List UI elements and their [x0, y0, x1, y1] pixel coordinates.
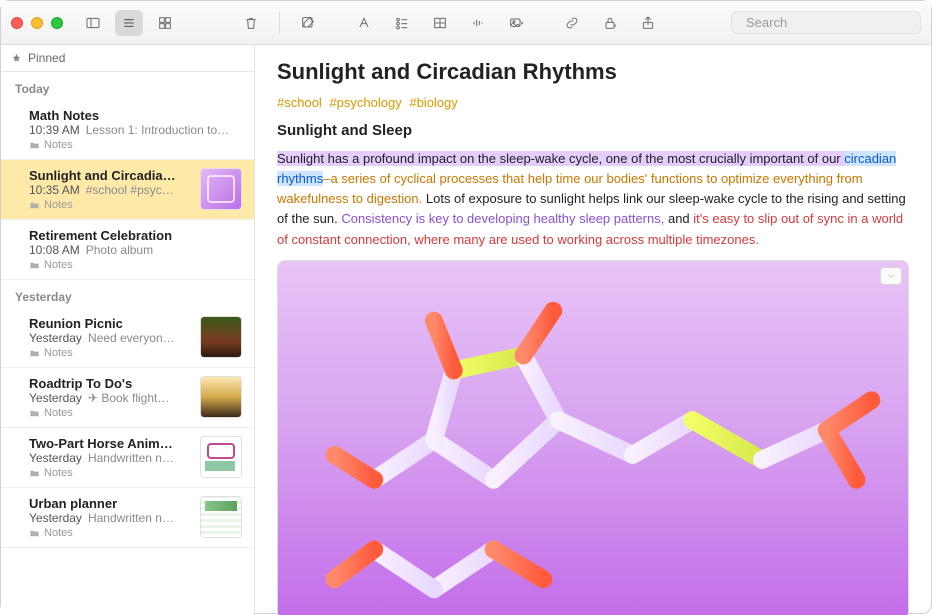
note-time: Yesterday — [29, 391, 82, 405]
audio-button[interactable] — [464, 10, 492, 36]
note-thumbnail — [200, 436, 242, 478]
document-paragraph: Sunlight has a profound impact on the sl… — [277, 149, 909, 250]
delete-button[interactable] — [237, 10, 265, 36]
tag[interactable]: #biology — [409, 95, 457, 110]
text-span-highlight-purple: Sunlight has a profound impact on the sl… — [277, 151, 844, 166]
pinned-label: Pinned — [28, 51, 65, 65]
section-header-today: Today — [1, 72, 254, 100]
note-folder-name: Notes — [44, 407, 73, 419]
toolbar-separator — [279, 12, 280, 34]
text-span: and — [664, 211, 693, 226]
folder-icon — [29, 348, 40, 359]
folder-icon — [29, 468, 40, 479]
document-subheading: Sunlight and Sleep — [277, 122, 909, 139]
table-button[interactable] — [426, 10, 454, 36]
note-folder-name: Notes — [44, 259, 73, 271]
attached-image[interactable] — [277, 260, 909, 615]
link-button[interactable] — [558, 10, 586, 36]
minimize-window-button[interactable] — [31, 17, 43, 29]
note-title: Two-Part Horse Anim… — [29, 436, 192, 451]
note-time: Yesterday — [29, 451, 82, 465]
note-title: Retirement Celebration — [29, 228, 242, 243]
checklist-button[interactable] — [388, 10, 416, 36]
folder-icon — [29, 140, 40, 151]
note-time: 10:08 AM — [29, 243, 80, 257]
folder-icon — [29, 528, 40, 539]
lock-button[interactable] — [596, 10, 624, 36]
window-controls — [11, 17, 63, 29]
note-title: Reunion Picnic — [29, 316, 192, 331]
zoom-window-button[interactable] — [51, 17, 63, 29]
view-toggle-group — [79, 10, 179, 36]
note-row[interactable]: Two-Part Horse Anim… Yesterday Handwritte… — [1, 428, 254, 488]
note-row[interactable]: Retirement Celebration 10:08 AM Photo alb… — [1, 220, 254, 280]
note-folder-name: Notes — [44, 347, 73, 359]
search-input[interactable] — [746, 15, 922, 30]
toolbar-right — [294, 10, 921, 36]
note-row[interactable]: Math Notes 10:39 AM Lesson 1: Introductio… — [1, 100, 254, 160]
note-row[interactable]: Reunion Picnic Yesterday Need everyon… No… — [1, 308, 254, 368]
section-header-yesterday: Yesterday — [1, 280, 254, 308]
note-time: Yesterday — [29, 331, 82, 345]
note-preview: ✈︎ Book flight… — [88, 391, 169, 405]
note-folder-name: Notes — [44, 199, 73, 211]
format-text-button[interactable] — [350, 10, 378, 36]
note-title: Sunlight and Circadia… — [29, 168, 192, 183]
folder-icon — [29, 408, 40, 419]
note-preview: Handwritten n… — [88, 451, 174, 465]
document-title: Sunlight and Circadian Rhythms — [277, 59, 909, 85]
folder-icon — [29, 200, 40, 211]
note-folder-name: Notes — [44, 467, 73, 479]
pin-icon — [11, 53, 22, 64]
note-row[interactable]: Roadtrip To Do's Yesterday ✈︎ Book flight… — [1, 368, 254, 428]
note-thumbnail — [200, 496, 242, 538]
share-button[interactable] — [634, 10, 662, 36]
toggle-sidebar-button[interactable] — [79, 10, 107, 36]
note-preview: Photo album — [86, 243, 153, 257]
note-title: Urban planner — [29, 496, 192, 511]
close-window-button[interactable] — [11, 17, 23, 29]
search-field[interactable] — [731, 11, 921, 34]
note-preview: Lesson 1: Introduction to… — [86, 123, 229, 137]
grid-view-button[interactable] — [151, 10, 179, 36]
compose-button[interactable] — [294, 10, 322, 36]
tag[interactable]: #psychology — [329, 95, 401, 110]
note-title: Roadtrip To Do's — [29, 376, 192, 391]
main: Pinned Today Math Notes 10:39 AM Lesson 1… — [1, 45, 931, 615]
note-row-selected[interactable]: Sunlight and Circadia… 10:35 AM #school #… — [1, 160, 254, 220]
note-folder-name: Notes — [44, 139, 73, 151]
note-time: 10:39 AM — [29, 123, 80, 137]
note-time: Yesterday — [29, 511, 82, 525]
note-preview: Handwritten n… — [88, 511, 174, 525]
note-row[interactable]: Urban planner Yesterday Handwritten n… No… — [1, 488, 254, 548]
tag-row: #school #psychology #biology — [277, 95, 909, 110]
molecule-illustration — [278, 261, 908, 615]
notes-sidebar: Pinned Today Math Notes 10:39 AM Lesson 1… — [1, 45, 255, 615]
note-preview: #school #psyc… — [86, 183, 174, 197]
text-span-purple: Consistency is key to developing healthy… — [341, 211, 664, 226]
list-view-button[interactable] — [115, 10, 143, 36]
note-folder-name: Notes — [44, 527, 73, 539]
media-button[interactable] — [502, 10, 530, 36]
folder-icon — [29, 260, 40, 271]
note-time: 10:35 AM — [29, 183, 80, 197]
toolbar-left — [11, 10, 265, 36]
note-title: Math Notes — [29, 108, 242, 123]
note-thumbnail — [200, 168, 242, 210]
pinned-header[interactable]: Pinned — [1, 45, 254, 72]
note-thumbnail — [200, 316, 242, 358]
tag[interactable]: #school — [277, 95, 322, 110]
note-thumbnail — [200, 376, 242, 418]
note-editor[interactable]: Sunlight and Circadian Rhythms #school #… — [255, 45, 931, 615]
note-preview: Need everyon… — [88, 331, 175, 345]
toolbar — [1, 1, 931, 45]
